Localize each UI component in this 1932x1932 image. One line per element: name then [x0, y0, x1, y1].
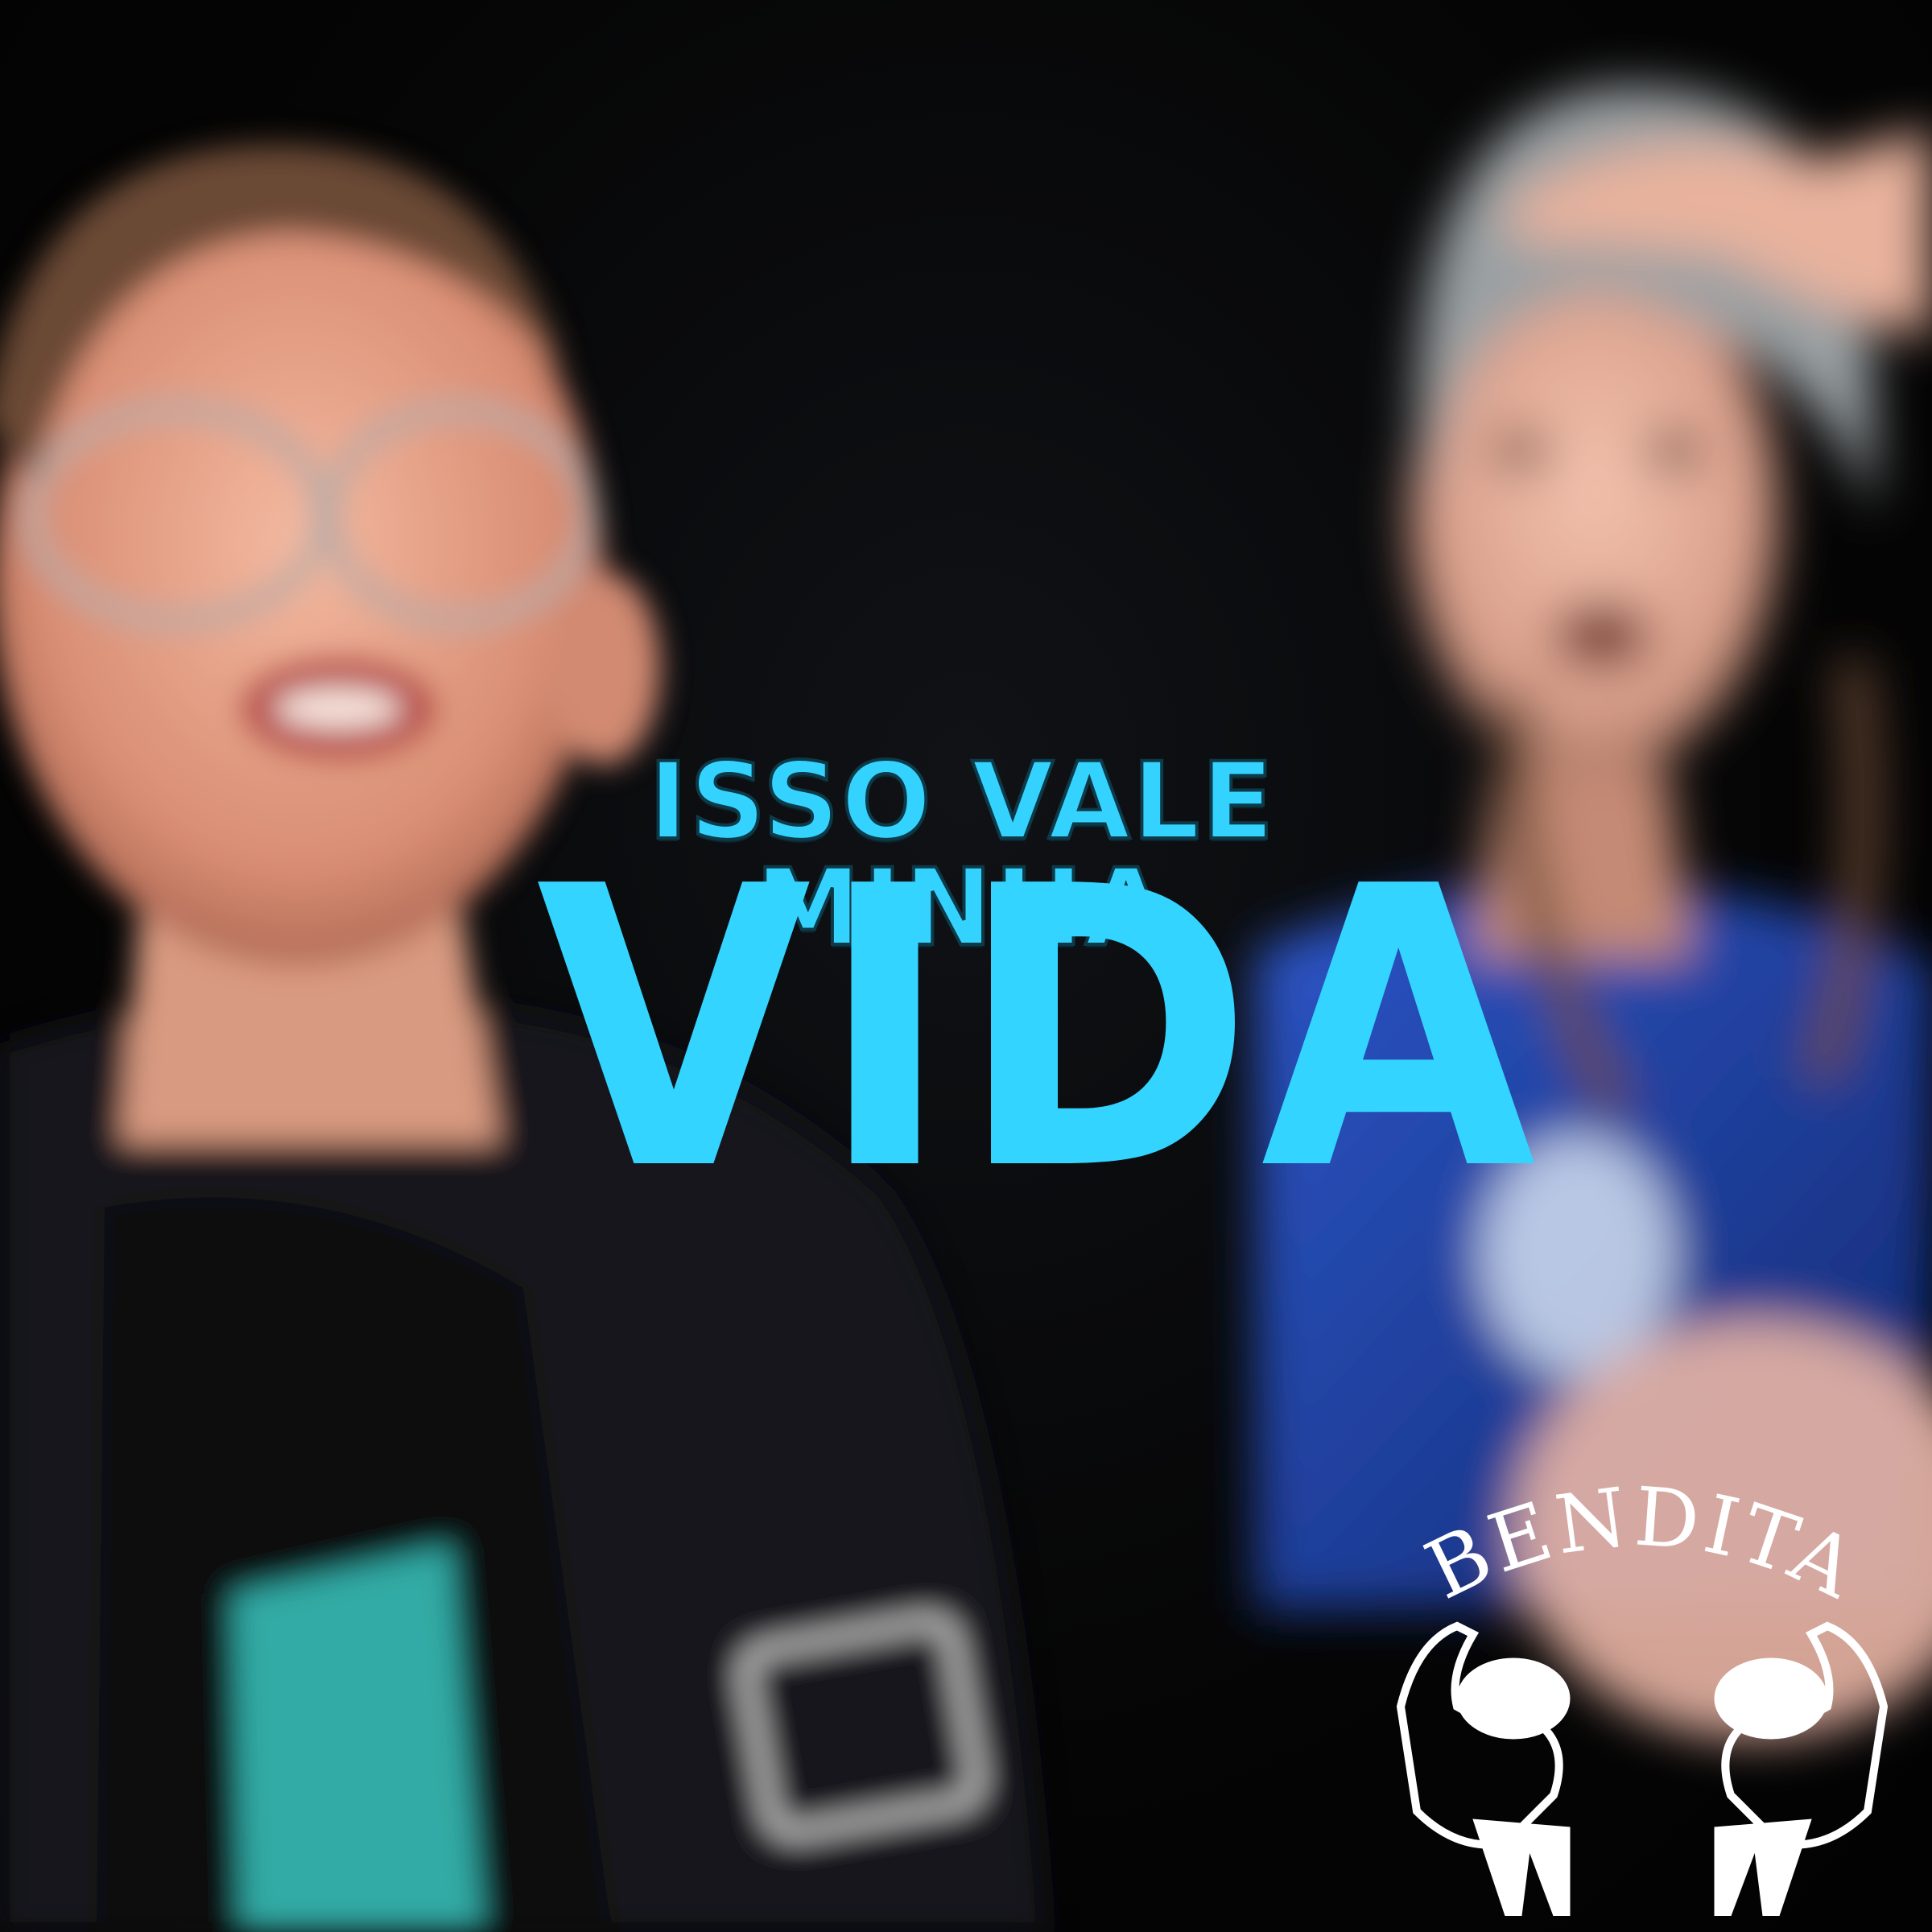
title-line-2: VIDA	[536, 805, 1544, 1255]
two-hands-holding-globes-icon	[1396, 1621, 1889, 1916]
album-cover: ISSO VALE MINHA VIDA BENDITA	[0, 0, 1932, 1932]
bendita-logo: BENDITA	[1385, 1465, 1900, 1916]
logo-text-arc: BENDITA	[1412, 1469, 1873, 1617]
logo-wordmark: BENDITA	[1412, 1469, 1870, 1617]
svg-text:BENDITA: BENDITA	[1412, 1469, 1873, 1617]
